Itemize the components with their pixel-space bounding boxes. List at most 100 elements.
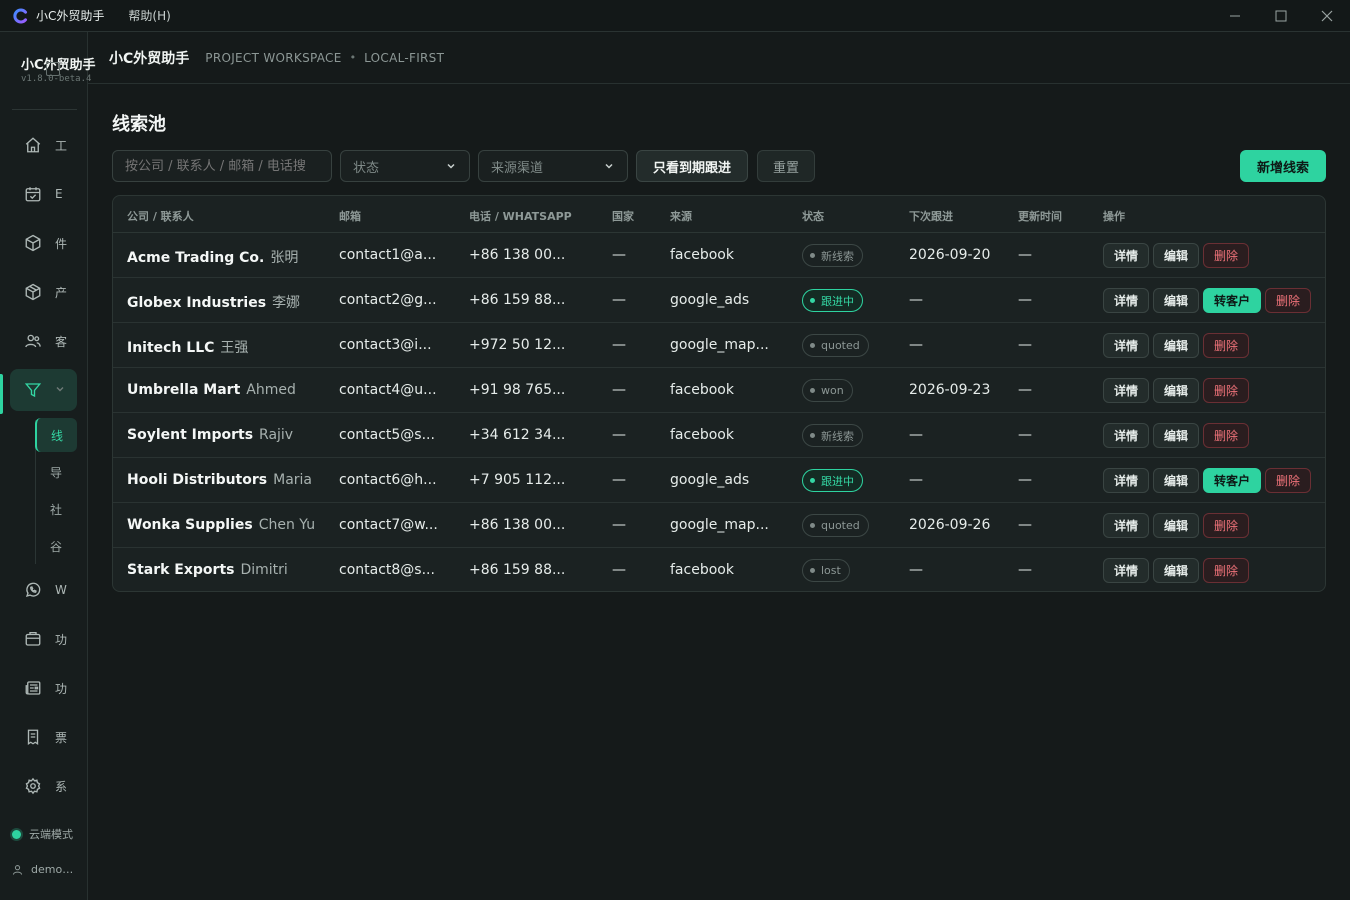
source-select[interactable]: 来源渠道 [478, 150, 628, 182]
col-next-followup[interactable]: 下次跟进 [909, 208, 953, 224]
table-row[interactable]: Globex Industries 李娜 contact2@g... +86 159 … [113, 278, 1325, 323]
delete-button[interactable]: 删除 [1203, 558, 1249, 583]
status-select[interactable]: 状态 [340, 150, 470, 182]
company-name[interactable]: Wonka Supplies [127, 517, 253, 533]
detail-button[interactable]: 详情 [1103, 558, 1149, 583]
col-country[interactable]: 国家 [612, 208, 634, 224]
detail-button[interactable]: 详情 [1103, 333, 1149, 358]
company-name[interactable]: Stark Exports [127, 562, 234, 578]
calendar-icon [23, 184, 43, 204]
sidebar-item-products[interactable]: 产 [10, 271, 77, 313]
minimize-button[interactable] [1212, 0, 1258, 32]
edit-button[interactable]: 编辑 [1153, 558, 1199, 583]
source-cell: google_ads [670, 292, 750, 308]
detail-button[interactable]: 详情 [1103, 288, 1149, 313]
sidebar-item-leads[interactable] [10, 369, 77, 411]
subnav-item-leads[interactable]: 线 [35, 418, 77, 452]
delete-button[interactable]: 删除 [1203, 378, 1249, 403]
subnav-item-social[interactable]: 社 [35, 492, 77, 526]
convert-customer-button[interactable]: 转客户 [1203, 468, 1261, 493]
add-lead-button[interactable]: 新增线索 [1240, 150, 1326, 182]
next-followup-cell: — [909, 472, 923, 488]
sidebar-item-files[interactable]: 件 [10, 222, 77, 264]
updated-cell: — [1018, 292, 1032, 308]
due-followup-toggle[interactable]: 只看到期跟进 [636, 150, 748, 182]
menu-help[interactable]: 帮助(H) [128, 7, 170, 24]
source-cell: facebook [670, 427, 734, 443]
subnav-item-google[interactable]: 谷 [35, 529, 77, 563]
delete-button[interactable]: 删除 [1203, 243, 1249, 268]
status-badge: 跟进中 [802, 469, 863, 492]
user-menu[interactable]: demo… [12, 863, 73, 876]
col-source[interactable]: 来源 [670, 208, 692, 224]
next-followup-cell: — [909, 562, 923, 578]
detail-button[interactable]: 详情 [1103, 423, 1149, 448]
contact-name: Maria [273, 472, 312, 488]
col-status[interactable]: 状态 [802, 208, 824, 224]
reset-button[interactable]: 重置 [757, 150, 815, 182]
sidebar-divider [12, 109, 77, 110]
table-row[interactable]: Hooli Distributors Maria contact6@h... +7 9… [113, 458, 1325, 503]
col-email[interactable]: 邮箱 [339, 208, 361, 224]
company-name[interactable]: Umbrella Mart [127, 382, 240, 398]
col-company[interactable]: 公司 / 联系人 [127, 208, 194, 224]
company-name[interactable]: Soylent Imports [127, 427, 253, 443]
detail-button[interactable]: 详情 [1103, 468, 1149, 493]
status-badge: 新线索 [802, 244, 863, 267]
contact-name: 张明 [270, 250, 299, 266]
detail-button[interactable]: 详情 [1103, 513, 1149, 538]
col-phone[interactable]: 电话 / WHATSAPP [469, 208, 572, 224]
edit-button[interactable]: 编辑 [1153, 378, 1199, 403]
delete-button[interactable]: 删除 [1203, 423, 1249, 448]
sidebar-item-whatsapp[interactable]: W [10, 569, 77, 611]
convert-customer-button[interactable]: 转客户 [1203, 288, 1261, 313]
close-button[interactable] [1304, 0, 1350, 32]
sidebar-item-calendar[interactable]: E [10, 173, 77, 215]
status-badge: 跟进中 [802, 289, 863, 312]
table-row[interactable]: Initech LLC 王强 contact3@i... +972 50 12... —… [113, 323, 1325, 368]
status-label: 新线索 [821, 429, 854, 443]
source-cell: google_map... [670, 337, 769, 353]
source-cell: facebook [670, 382, 734, 398]
edit-button[interactable]: 编辑 [1153, 333, 1199, 358]
sidebar-item-workbench[interactable]: 工 [10, 124, 77, 166]
status-dot [12, 829, 21, 839]
delete-button[interactable]: 删除 [1203, 333, 1249, 358]
edit-button[interactable]: 编辑 [1153, 243, 1199, 268]
next-followup-cell: 2026-09-23 [909, 382, 991, 398]
sidebar-item-settings[interactable]: 系 [10, 765, 77, 807]
table-row[interactable]: Umbrella Mart Ahmed contact4@u... +91 98 76… [113, 368, 1325, 413]
delete-button[interactable]: 删除 [1265, 468, 1311, 493]
table-row[interactable]: Soylent Imports Rajiv contact5@s... +34 612… [113, 413, 1325, 458]
edit-button[interactable]: 编辑 [1153, 468, 1199, 493]
company-name[interactable]: Hooli Distributors [127, 472, 267, 488]
search-input[interactable] [112, 150, 332, 182]
status-label: quoted [821, 519, 860, 532]
col-updated[interactable]: 更新时间 [1018, 208, 1062, 224]
status-label: 跟进中 [821, 474, 854, 488]
edit-button[interactable]: 编辑 [1153, 513, 1199, 538]
phone-cell: +86 159 88... [469, 562, 566, 578]
subnav-item-import[interactable]: 导 [35, 455, 77, 489]
sidebar-item-customers[interactable]: 客 [10, 320, 77, 362]
company-name[interactable]: Acme Trading Co. [127, 250, 264, 266]
delete-button[interactable]: 删除 [1203, 513, 1249, 538]
contact-name: 王强 [220, 340, 249, 356]
table-row[interactable]: Wonka Supplies Chen Yu contact7@w... +86 13… [113, 503, 1325, 548]
sidebar-item-projects[interactable]: 功 [10, 618, 77, 660]
collapse-sidebar-icon[interactable] [46, 62, 60, 76]
company-name[interactable]: Globex Industries [127, 295, 266, 311]
company-name[interactable]: Initech LLC [127, 340, 214, 356]
contact-name: Chen Yu [258, 517, 316, 533]
table-row[interactable]: Stark Exports Dimitri contact8@s... +86 159… [113, 548, 1325, 591]
table-row[interactable]: Acme Trading Co. 张明 contact1@a... +86 138 0… [113, 233, 1325, 278]
close-icon [1321, 10, 1333, 22]
detail-button[interactable]: 详情 [1103, 378, 1149, 403]
delete-button[interactable]: 删除 [1265, 288, 1311, 313]
sidebar-item-news[interactable]: 功 [10, 667, 77, 709]
edit-button[interactable]: 编辑 [1153, 423, 1199, 448]
sidebar-item-invoices[interactable]: 票 [10, 716, 77, 758]
maximize-button[interactable] [1258, 0, 1304, 32]
edit-button[interactable]: 编辑 [1153, 288, 1199, 313]
detail-button[interactable]: 详情 [1103, 243, 1149, 268]
